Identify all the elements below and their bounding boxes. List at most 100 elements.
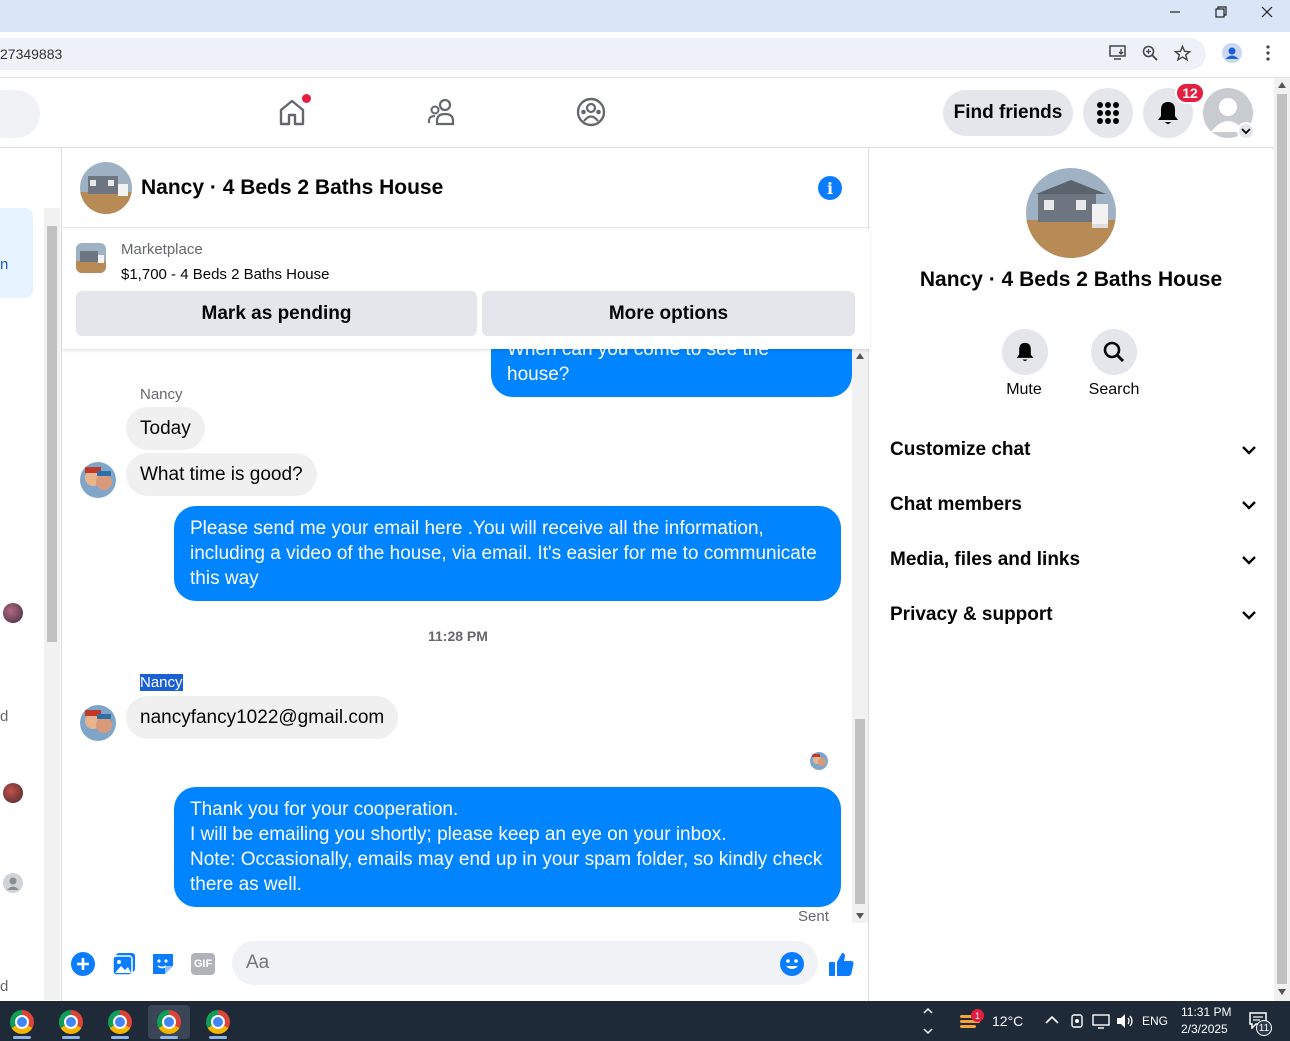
emoji-icon[interactable] — [778, 950, 806, 978]
message-outgoing: Please send me your email here .You will… — [174, 506, 841, 601]
sender-name: Nancy — [140, 386, 183, 403]
network-icon[interactable] — [1092, 1013, 1110, 1029]
input-language[interactable]: ENG — [1142, 1014, 1168, 1028]
message-timestamp: 11:28 PM — [428, 628, 488, 644]
menu-grid-icon[interactable] — [1083, 88, 1133, 138]
message-incoming: nancyfancy1022@gmail.com — [126, 696, 399, 739]
find-friends-button[interactable]: Find friends — [943, 90, 1073, 136]
more-options-button[interactable]: More options — [482, 291, 855, 336]
message-scroll-thumb[interactable] — [855, 719, 865, 904]
attach-photo-icon[interactable] — [110, 950, 138, 978]
chat-members-section[interactable]: Chat members — [890, 485, 1256, 525]
page-scroll-thumb[interactable] — [1277, 94, 1287, 984]
friends-icon[interactable] — [422, 92, 462, 132]
chat-list-fragment: d — [0, 978, 9, 995]
marketplace-listing-card: Marketplace $1,700 - 4 Beds 2 Baths Hous… — [62, 229, 870, 349]
info-panel-title: Nancy · 4 Beds 2 Baths House — [919, 268, 1223, 291]
home-notification-dot — [302, 94, 311, 103]
notification-count-badge: 12 — [1175, 82, 1205, 104]
mark-as-pending-button[interactable]: Mark as pending — [76, 291, 477, 336]
search-label[interactable]: Search — [1069, 381, 1159, 399]
restore-button[interactable] — [1198, 0, 1244, 24]
chat-list-partial: n d d — [0, 148, 60, 1001]
info-icon[interactable]: i — [818, 176, 842, 200]
chevron-down-icon — [1242, 555, 1256, 565]
message-composer: GIF — [62, 938, 870, 998]
chat-list-scroll-thumb[interactable] — [47, 226, 57, 642]
seen-receipt-avatar — [810, 752, 828, 770]
message-incoming: Today — [126, 407, 205, 450]
conversation-title[interactable]: Nancy · 4 Beds 2 Baths House — [141, 176, 443, 200]
message-line: Note: Occasionally, emails may end up in… — [190, 849, 823, 895]
chevron-down-icon — [1242, 445, 1256, 455]
chrome-taskbar-icon[interactable] — [1, 1005, 43, 1039]
mute-bell-icon[interactable] — [1002, 329, 1048, 375]
customize-chat-section[interactable]: Customize chat — [890, 430, 1256, 470]
nancy-avatar[interactable] — [80, 462, 116, 498]
search-icon[interactable] — [1091, 329, 1137, 375]
message-input[interactable] — [232, 941, 818, 985]
sender-name: Nancy — [140, 674, 183, 691]
facebook-top-nav: Find friends 12 — [0, 78, 1276, 148]
install-app-icon[interactable] — [1107, 42, 1129, 64]
page-scroll-down-arrow-icon[interactable] — [1278, 989, 1286, 995]
windows-taskbar: 1 12°C ENG 11:31 PM 2/3/2025 11 — [0, 1001, 1290, 1041]
chrome-taskbar-icon[interactable] — [99, 1005, 141, 1039]
message-outgoing: When can you come to see the house? — [491, 349, 852, 397]
groups-icon[interactable] — [571, 92, 611, 132]
account-chevron-down-icon[interactable] — [1237, 122, 1255, 140]
minimize-button[interactable] — [1152, 0, 1198, 24]
scroll-down-arrow-icon[interactable] — [856, 913, 864, 919]
section-label: Chat members — [890, 494, 1022, 515]
zoom-icon[interactable] — [1139, 42, 1161, 64]
chat-list-avatar[interactable] — [3, 603, 23, 623]
media-files-links-section[interactable]: Media, files and links — [890, 540, 1256, 580]
chat-list-fragment: n — [0, 256, 9, 273]
bookmark-star-icon[interactable] — [1171, 42, 1193, 64]
chat-list-avatar[interactable] — [3, 783, 23, 803]
chat-list-item-selected[interactable]: n — [0, 208, 33, 298]
message-scrollbar[interactable] — [852, 349, 868, 923]
chevron-down-icon — [1242, 500, 1256, 510]
listing-title[interactable]: $1,700 - 4 Beds 2 Baths House — [121, 266, 329, 283]
volume-icon[interactable] — [1116, 1013, 1134, 1029]
chevron-down-icon — [1242, 610, 1256, 620]
browser-titlebar — [0, 0, 1290, 32]
browser-menu-icon[interactable] — [1257, 42, 1279, 64]
add-more-icon[interactable] — [69, 950, 97, 978]
section-label: Media, files and links — [890, 549, 1081, 570]
message-line: I will be emailing you shortly; please k… — [190, 824, 727, 845]
section-label: Customize chat — [890, 439, 1031, 460]
listing-thumbnail[interactable] — [76, 243, 106, 273]
listing-avatar[interactable] — [80, 162, 132, 214]
url-field[interactable]: 27349883 — [0, 38, 1206, 70]
mute-label[interactable]: Mute — [979, 381, 1069, 399]
profile-icon[interactable] — [1221, 42, 1243, 64]
gif-icon[interactable]: GIF — [189, 950, 217, 978]
action-center-count-badge: 11 — [1256, 1020, 1272, 1036]
like-thumbs-up-icon[interactable] — [827, 950, 855, 978]
section-label: Privacy & support — [890, 604, 1053, 625]
taskbar-scroll-arrows-icon[interactable] — [922, 1005, 934, 1037]
privacy-support-section[interactable]: Privacy & support — [890, 595, 1256, 635]
chrome-taskbar-icon[interactable] — [197, 1005, 239, 1039]
gif-label: GIF — [191, 953, 215, 975]
message-outgoing: Thank you for your cooperation. I will b… — [174, 787, 841, 907]
temperature[interactable]: 12°C — [992, 1013, 1023, 1029]
clock-time[interactable]: 11:31 PM — [1181, 1005, 1231, 1019]
sticker-icon[interactable] — [149, 950, 177, 978]
search-facebook-input[interactable] — [0, 90, 40, 138]
nancy-avatar[interactable] — [80, 705, 116, 741]
page-scrollbar[interactable] — [1274, 78, 1290, 1001]
close-button[interactable] — [1244, 0, 1290, 24]
page-scroll-up-arrow-icon[interactable] — [1278, 82, 1286, 88]
clock-date[interactable]: 2/3/2025 — [1181, 1022, 1228, 1036]
show-hidden-icons-chevron-up-icon[interactable] — [1045, 1015, 1059, 1025]
chat-list-scrollbar[interactable] — [44, 208, 60, 1000]
meet-now-icon[interactable] — [1070, 1013, 1084, 1029]
scroll-up-arrow-icon[interactable] — [856, 353, 864, 359]
chrome-taskbar-icon[interactable] — [50, 1005, 92, 1039]
default-avatar-icon[interactable] — [3, 873, 23, 893]
chrome-taskbar-icon-active[interactable] — [148, 1005, 190, 1039]
listing-large-avatar[interactable] — [1026, 168, 1116, 258]
